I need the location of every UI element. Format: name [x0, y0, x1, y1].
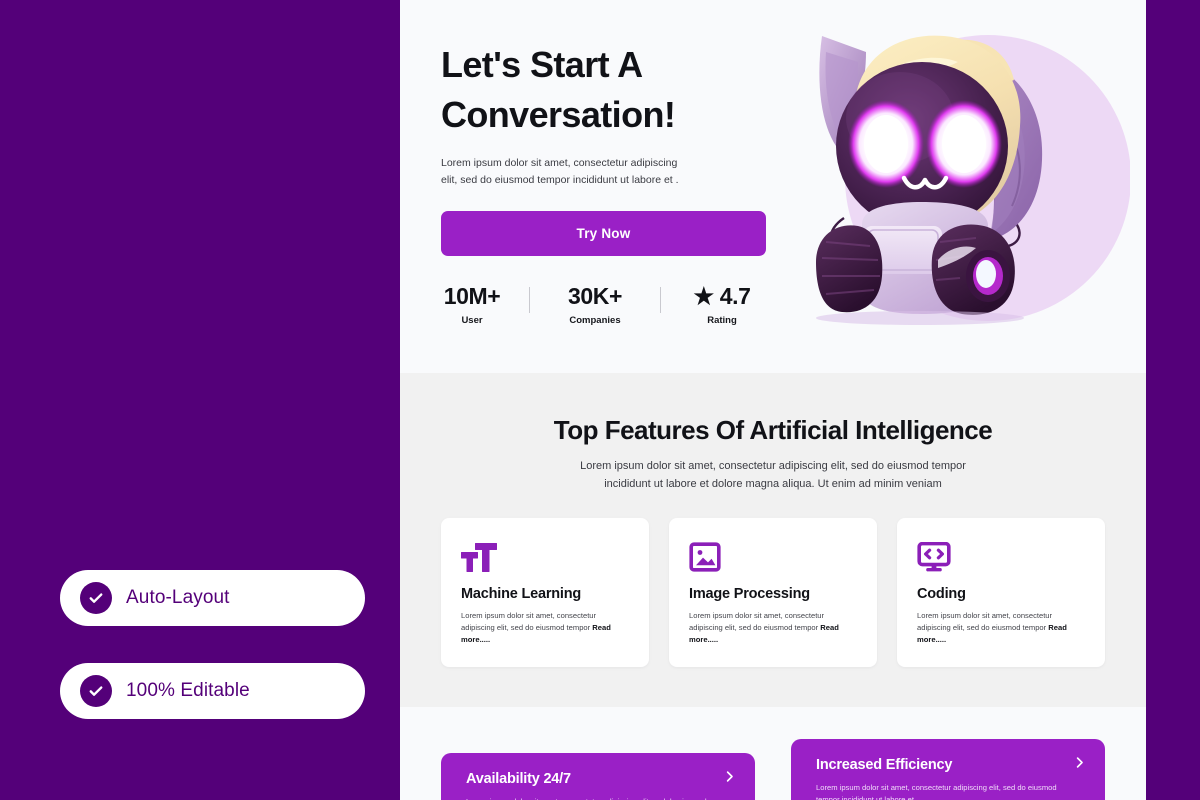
feature-card-title: Machine Learning	[461, 585, 582, 602]
content-panel: Let's Start A Conversation! Lorem ipsum d…	[400, 0, 1146, 800]
stat-value: ★ 4.7	[693, 283, 751, 310]
highlights-section: Availability 24/7 Lorem ipsum dolor sit …	[400, 706, 1146, 800]
try-now-button[interactable]: Try Now	[441, 211, 766, 257]
stat-label: Companies	[569, 315, 621, 327]
presentation-slide: Auto-Layout 100% Editable Let's Start A C…	[0, 0, 1200, 800]
stat-rating: ★ 4.7 Rating	[687, 283, 757, 326]
promo-badge-label: Auto-Layout	[126, 587, 230, 608]
promo-badge-editable[interactable]: 100% Editable	[60, 663, 365, 719]
promo-badge-auto-layout[interactable]: Auto-Layout	[60, 570, 365, 626]
highlight-card-body: Lorem ipsum dolor sit amet, consectetur …	[466, 796, 721, 800]
stat-label: Rating	[707, 315, 737, 327]
highlight-card-title: Increased Efficiency	[816, 756, 953, 773]
feature-card-list: Machine Learning Lorem ipsum dolor sit a…	[400, 517, 1146, 667]
promo-badge-label: 100% Editable	[126, 680, 250, 701]
feature-card-text: Lorem ipsum dolor sit amet, consectetur …	[461, 610, 597, 632]
hero-subtitle: Lorem ipsum dolor sit amet, consectetur …	[441, 157, 679, 187]
feature-card-coding[interactable]: Coding Lorem ipsum dolor sit amet, conse…	[897, 517, 1105, 667]
features-subtitle: Lorem ipsum dolor sit amet, consectetur …	[580, 460, 966, 490]
feature-card-body: Lorem ipsum dolor sit amet, consectetur …	[917, 610, 1085, 647]
feature-card-text: Lorem ipsum dolor sit amet, consectetur …	[689, 610, 825, 632]
highlight-card-availability[interactable]: Availability 24/7 Lorem ipsum dolor sit …	[441, 752, 755, 800]
stat-value: 30K+	[567, 283, 623, 310]
hero-section: Let's Start A Conversation! Lorem ipsum d…	[400, 0, 1146, 373]
stat-value: 10M+	[443, 283, 501, 310]
feature-card-text: Lorem ipsum dolor sit amet, consectetur …	[917, 610, 1053, 632]
feature-card-body: Lorem ipsum dolor sit amet, consectetur …	[689, 610, 857, 647]
hero-title: Let's Start A Conversation!	[441, 40, 771, 139]
highlight-card-body: Lorem ipsum dolor sit amet, consectetur …	[816, 782, 1057, 800]
features-heading: Top Features Of Artificial Intelligence	[553, 415, 993, 445]
feature-card-machine-learning[interactable]: Machine Learning Lorem ipsum dolor sit a…	[441, 517, 649, 667]
highlight-card-title: Availability 24/7	[466, 770, 571, 787]
stat-divider	[529, 287, 530, 314]
hero-title-line2: Conversation!	[441, 93, 676, 135]
check-circle-icon	[80, 582, 112, 614]
highlight-card-efficiency[interactable]: Increased Efficiency Lorem ipsum dolor s…	[791, 738, 1105, 800]
stat-users: 10M+ User	[441, 283, 503, 326]
text-format-icon	[461, 540, 629, 574]
chevron-right-icon[interactable]	[1072, 755, 1087, 775]
image-picture-icon	[689, 540, 857, 574]
hero-title-line1: Let's Start A	[441, 44, 643, 85]
highlight-card-header: Availability 24/7	[466, 769, 737, 789]
chevron-right-icon[interactable]	[722, 769, 737, 789]
feature-card-title: Coding	[917, 585, 966, 602]
code-monitor-icon	[917, 540, 1085, 574]
feature-card-body: Lorem ipsum dolor sit amet, consectetur …	[461, 610, 629, 647]
stat-label: User	[461, 315, 483, 327]
highlight-card-header: Increased Efficiency	[816, 755, 1087, 775]
feature-card-title: Image Processing	[689, 585, 810, 602]
robot-cat-mascot-illustration	[792, 18, 1130, 338]
promo-rail: Auto-Layout 100% Editable	[0, 0, 400, 800]
features-section: Top Features Of Artificial Intelligence …	[400, 373, 1146, 707]
stat-companies: 30K+ Companies	[556, 283, 634, 326]
check-circle-icon	[80, 675, 112, 707]
stat-divider	[660, 287, 661, 314]
feature-card-image-processing[interactable]: Image Processing Lorem ipsum dolor sit a…	[669, 517, 877, 667]
